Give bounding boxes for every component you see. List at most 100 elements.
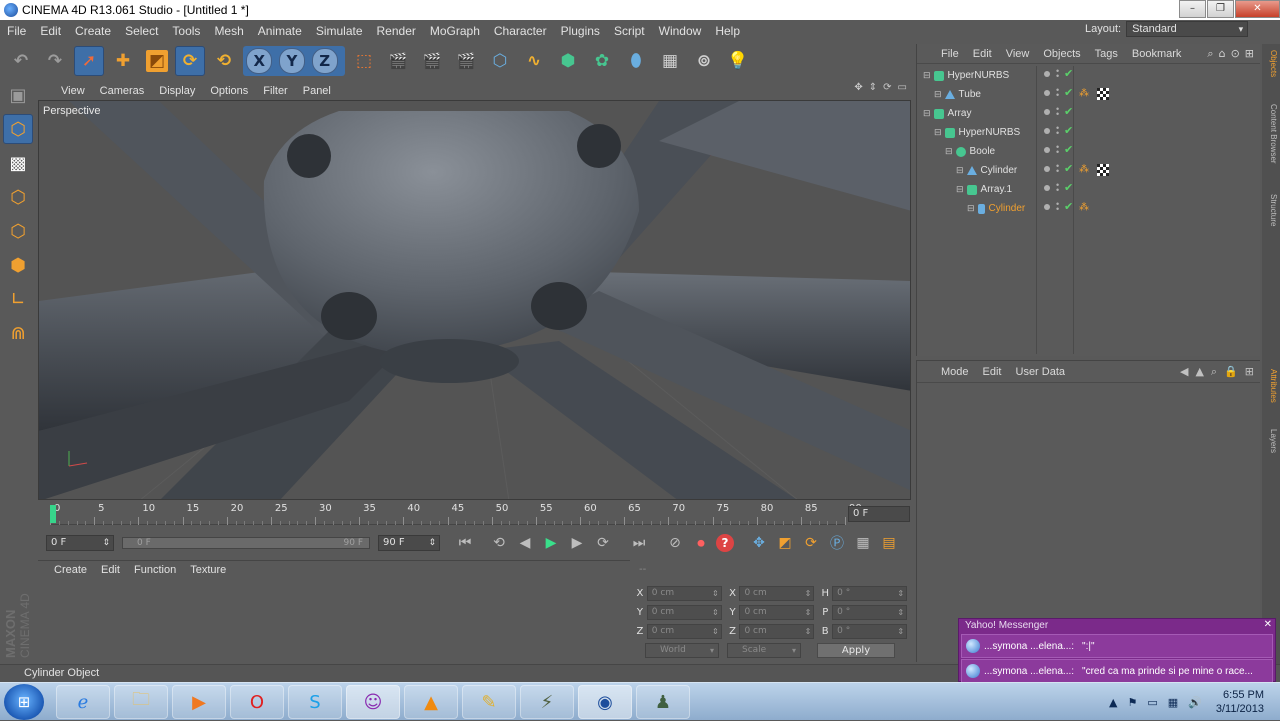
model-mode-icon[interactable]: ⬡ — [3, 114, 33, 144]
material-menu-function[interactable]: Function — [128, 564, 184, 576]
menu-window[interactable]: Window — [652, 24, 709, 38]
points-mode-icon[interactable]: ⬡ — [3, 182, 33, 212]
position-key-icon[interactable]: ✥ — [748, 532, 770, 554]
coordinate-system-icon[interactable]: ⬚ — [349, 46, 379, 76]
world-dropdown[interactable]: World — [645, 643, 719, 658]
texture-tag-icon[interactable] — [1097, 164, 1109, 176]
maximize-view-icon[interactable]: ▭ — [898, 82, 907, 93]
play-icon[interactable]: ▶ — [540, 532, 562, 554]
tree-expand-icon[interactable]: ⊟ — [945, 146, 953, 157]
tree-expand-icon[interactable]: ⊟ — [934, 89, 942, 100]
minimize-button[interactable]: – — [1179, 0, 1206, 18]
menu-edit[interactable]: Edit — [33, 24, 68, 38]
layer-dot-icon[interactable] — [1044, 71, 1050, 77]
preview-range-slider[interactable]: 0 F 90 F — [122, 537, 370, 549]
spline-icon[interactable]: ∿ — [519, 46, 549, 76]
scale-icon[interactable]: ◩ — [146, 50, 168, 72]
object-row[interactable]: ⊟ Boole • • ✔ — [917, 142, 1261, 161]
tray-expand-icon[interactable]: ▲ — [1109, 696, 1117, 709]
tree-expand-icon[interactable]: ⊟ — [956, 184, 964, 195]
camera-icon[interactable]: ⊚ — [689, 46, 719, 76]
position-x-field[interactable]: 0 cm — [646, 586, 722, 601]
next-key-icon[interactable]: ⟳ — [592, 532, 614, 554]
volume-icon[interactable]: 🔊 — [1188, 696, 1202, 709]
skype-icon[interactable]: S — [288, 685, 342, 719]
pan-icon[interactable]: ✥ — [854, 82, 862, 93]
winamp-icon[interactable]: ⚡ — [520, 685, 574, 719]
render-view-icon[interactable]: 🎬 — [383, 46, 413, 76]
side-tab-structure[interactable]: Structure — [1264, 194, 1278, 226]
tree-expand-icon[interactable]: ⊟ — [967, 203, 975, 214]
min-frame-field[interactable]: 0 F — [46, 535, 114, 551]
dolly-icon[interactable]: ⇕ — [869, 82, 877, 93]
rotation-b-field[interactable]: 0 ° — [832, 624, 908, 639]
network-icon[interactable]: ▦ — [1168, 696, 1178, 709]
make-editable-icon[interactable]: ▣ — [3, 80, 33, 110]
object-menu-edit[interactable]: Edit — [967, 48, 1000, 60]
timeline-ruler[interactable]: 051015202530354045505560657075808590 0 F — [38, 503, 911, 525]
side-tab-objects[interactable]: Objects — [1264, 50, 1278, 77]
layout-dropdown[interactable]: Standard — [1126, 21, 1249, 37]
vlc-icon[interactable]: ▲ — [404, 685, 458, 719]
flag-icon[interactable]: ⚑ — [1127, 696, 1137, 709]
material-menu-texture[interactable]: Texture — [184, 564, 234, 576]
menu-help[interactable]: Help — [708, 24, 747, 38]
recent-tool-icon[interactable]: ⟲ — [209, 46, 239, 76]
rotation-key-icon[interactable]: ⟳ — [800, 532, 822, 554]
object-name[interactable]: Cylinder — [989, 203, 1026, 214]
size-x-field[interactable]: 0 cm — [739, 586, 815, 601]
object-menu-tags[interactable]: Tags — [1089, 48, 1126, 60]
layer-dot-icon[interactable] — [1044, 204, 1050, 210]
menu-simulate[interactable]: Simulate — [309, 24, 370, 38]
menu-script[interactable]: Script — [607, 24, 652, 38]
polygons-mode-icon[interactable]: ⬢ — [3, 250, 33, 280]
phong-tag-icon[interactable]: ⁂ — [1079, 202, 1089, 213]
layer-dot-icon[interactable] — [1044, 185, 1050, 191]
visibility-dots-icon[interactable]: • • — [1056, 181, 1059, 195]
object-row[interactable]: ⊟ Array.1 • • ✔ — [917, 180, 1261, 199]
search-icon[interactable]: ⌕ — [1207, 47, 1213, 61]
object-menu-objects[interactable]: Objects — [1037, 48, 1088, 60]
scale-key-icon[interactable]: ◩ — [774, 532, 796, 554]
object-row[interactable]: ⊟ Array • • ✔ — [917, 104, 1261, 123]
phong-tag-icon[interactable]: ⁂ — [1079, 164, 1089, 175]
messenger-message[interactable]: ...symona ...elena...: ":|" — [961, 634, 1273, 658]
size-z-field[interactable]: 0 cm — [739, 624, 815, 639]
go-to-end-icon[interactable]: ⏭ — [628, 532, 650, 554]
previous-key-icon[interactable]: ⟲ — [488, 532, 510, 554]
opera-icon[interactable]: O — [230, 685, 284, 719]
viewport-menu-panel[interactable]: Panel — [297, 85, 340, 97]
menu-mesh[interactable]: Mesh — [207, 24, 250, 38]
new-panel-icon[interactable]: ⊞ — [1245, 365, 1254, 379]
enabled-check-icon[interactable]: ✔ — [1064, 200, 1073, 213]
file-explorer-icon[interactable]: 🗀 — [114, 685, 168, 719]
rotate-icon[interactable]: ⟳ — [175, 46, 205, 76]
enabled-check-icon[interactable]: ✔ — [1064, 67, 1073, 80]
redo-icon[interactable]: ↷ — [40, 46, 70, 76]
object-menu-view[interactable]: View — [1000, 48, 1038, 60]
visibility-dots-icon[interactable]: • • — [1056, 124, 1059, 138]
object-name[interactable]: HyperNURBS — [959, 127, 1021, 138]
enabled-check-icon[interactable]: ✔ — [1064, 105, 1073, 118]
layer-dot-icon[interactable] — [1044, 166, 1050, 172]
axis-mode-icon[interactable]: ∟ — [3, 284, 33, 314]
attribute-menu-mode[interactable]: Mode — [917, 366, 977, 378]
parameter-key-icon[interactable]: Ⓟ — [826, 532, 848, 554]
record-active-objects-icon[interactable]: ⊘ — [664, 532, 686, 554]
edges-mode-icon[interactable]: ⬡ — [3, 216, 33, 246]
menu-animate[interactable]: Animate — [251, 24, 309, 38]
viewport-menu-display[interactable]: Display — [153, 85, 204, 97]
menu-file[interactable]: File — [0, 24, 33, 38]
menu-create[interactable]: Create — [68, 24, 118, 38]
side-tab-attributes[interactable]: Attributes — [1264, 369, 1278, 403]
undo-icon[interactable]: ↶ — [6, 46, 36, 76]
keyframe-selection-icon[interactable]: ? — [716, 534, 734, 552]
yahoo-messenger-icon[interactable]: ☺ — [346, 685, 400, 719]
object-name[interactable]: Tube — [959, 89, 981, 100]
go-to-start-icon[interactable]: ⏮ — [454, 532, 476, 554]
cube-primitive-icon[interactable]: ⬡ — [485, 46, 515, 76]
snap-icon[interactable]: ⋒ — [3, 318, 33, 348]
phong-tag-icon[interactable]: ⁂ — [1079, 88, 1089, 99]
object-name[interactable]: Boole — [970, 146, 996, 157]
visibility-dots-icon[interactable]: • • — [1056, 86, 1059, 100]
